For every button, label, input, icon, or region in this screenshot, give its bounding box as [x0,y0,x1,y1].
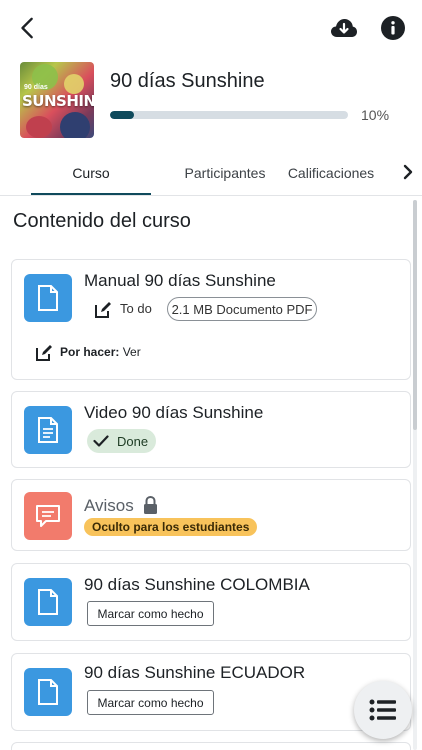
top-app-bar [0,0,422,56]
module-title[interactable]: Manual 90 días Sunshine [84,271,276,291]
check-icon [93,435,109,447]
info-icon [381,16,405,40]
active-tab-indicator [31,193,151,195]
document-icon [38,679,58,705]
chevron-right-icon [403,164,413,180]
mark-as-done-button[interactable]: Marcar como hecho [87,690,214,715]
thumbnail-line1: 90 días [24,84,48,91]
file-info-badge: 2.1 MB Documento PDF [167,297,317,321]
tabs-next-button[interactable] [396,160,420,184]
edit-icon [36,345,52,361]
tab-curso[interactable]: Curso [31,150,151,196]
todo-action: Ver [122,345,141,359]
tab-participantes[interactable]: Participantes [160,150,290,196]
hidden-from-students-badge: Oculto para los estudiantes [84,518,258,536]
list-icon [369,699,396,721]
lock-icon [144,496,157,514]
edit-icon [95,302,111,318]
module-icon [24,406,72,454]
todo-label: To do [120,301,152,316]
todo-prefix: Por hacer: [60,345,120,359]
module-icon [24,578,72,626]
module-title[interactable]: Avisos [84,496,134,516]
course-title: 90 días Sunshine [110,70,265,92]
document-lines-icon [38,417,58,443]
module-card-partial[interactable] [11,742,411,750]
back-button[interactable] [10,10,46,46]
cloud-download-icon [331,19,357,37]
section-title: Contenido del curso [13,210,191,232]
download-button[interactable] [326,10,362,46]
info-button[interactable] [375,10,411,46]
module-card-avisos[interactable]: Avisos Oculto para los estudiantes [11,479,411,551]
course-progress-bar [110,111,348,119]
module-card-manual[interactable]: Manual 90 días Sunshine To do 2.1 MB Doc… [11,259,411,380]
module-card-colombia[interactable]: 90 días Sunshine COLOMBIA Marcar como he… [11,563,411,641]
progress-fill [110,111,134,119]
module-card-ecuador[interactable]: 90 días Sunshine ECUADOR Marcar como hec… [11,653,411,731]
module-title[interactable]: Video 90 días Sunshine [84,403,263,423]
arrow-left-icon [21,17,33,39]
done-label: Done [117,433,149,449]
module-icon [24,274,72,322]
progress-label: 10% [361,107,390,123]
course-tabs: Curso Participantes Calificaciones [0,150,422,196]
module-title[interactable]: 90 días Sunshine ECUADOR [84,663,305,683]
document-icon [38,285,58,311]
module-card-video[interactable]: Video 90 días Sunshine Done [11,391,411,468]
course-thumbnail: 90 días SUNSHINE [20,62,94,138]
module-icon [24,492,72,540]
scrollbar-thumb[interactable] [413,200,417,430]
course-header: 90 días SUNSHINE 90 días Sunshine 10% [20,62,410,140]
document-icon [38,589,58,615]
course-index-button[interactable] [354,681,412,739]
forum-icon [36,505,60,527]
todo-completion: Por hacer: Ver [60,345,141,359]
done-badge: Done [87,429,157,453]
module-title[interactable]: 90 días Sunshine COLOMBIA [84,575,310,595]
module-icon [24,668,72,716]
thumbnail-line2: SUNSHINE [22,92,94,110]
tab-calificaciones[interactable]: Calificaciones [280,150,382,196]
mark-as-done-button[interactable]: Marcar como hecho [87,601,214,626]
